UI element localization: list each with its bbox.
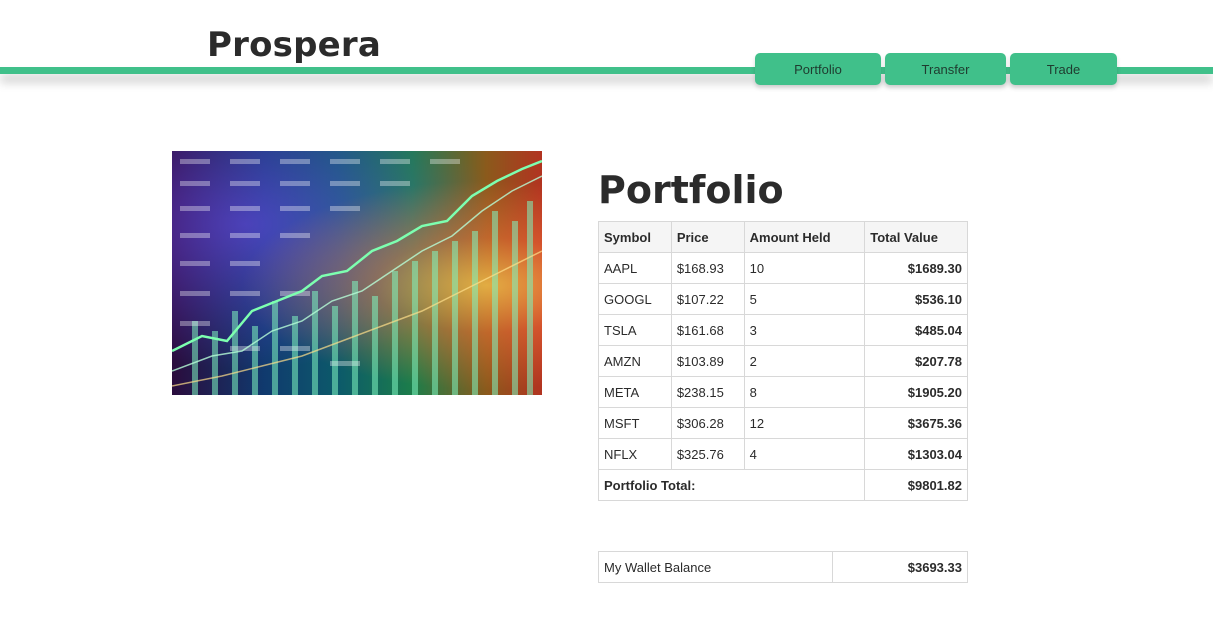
amount-cell: 4 — [743, 438, 866, 470]
table-row: AAPL $168.93 10 $1689.30 — [598, 252, 968, 284]
brand-logo[interactable]: Prospera — [207, 28, 381, 62]
column-header-total-value: Total Value — [864, 221, 968, 253]
stock-market-image — [172, 151, 542, 395]
price-cell: $103.89 — [670, 345, 745, 377]
column-header-symbol: Symbol — [598, 221, 672, 253]
table-header-row: Symbol Price Amount Held Total Value — [598, 221, 968, 253]
total-value-cell: $1303.04 — [864, 438, 968, 470]
symbol-cell: META — [598, 376, 672, 408]
table-row: GOOGL $107.22 5 $536.10 — [598, 283, 968, 315]
nav-portfolio-button[interactable]: Portfolio — [755, 53, 881, 85]
symbol-cell: AAPL — [598, 252, 672, 284]
amount-cell: 10 — [743, 252, 866, 284]
amount-cell: 8 — [743, 376, 866, 408]
table-row: META $238.15 8 $1905.20 — [598, 376, 968, 408]
symbol-cell: TSLA — [598, 314, 672, 346]
wallet-balance-table: My Wallet Balance $3693.33 — [598, 551, 968, 583]
column-header-price: Price — [670, 221, 745, 253]
wallet-balance-row: My Wallet Balance $3693.33 — [598, 551, 968, 583]
column-header-amount-held: Amount Held — [743, 221, 866, 253]
stock-chart-graphic — [172, 159, 542, 395]
main-nav: Portfolio Transfer Trade — [755, 53, 1117, 85]
nav-trade-button[interactable]: Trade — [1010, 53, 1117, 85]
amount-cell: 5 — [743, 283, 866, 315]
portfolio-table: Symbol Price Amount Held Total Value AAP… — [597, 221, 968, 501]
total-value-cell: $1689.30 — [864, 252, 968, 284]
portfolio-total-value: $9801.82 — [864, 469, 968, 501]
symbol-cell: AMZN — [598, 345, 672, 377]
amount-cell: 12 — [743, 407, 866, 439]
wallet-balance-value: $3693.33 — [832, 551, 968, 583]
amount-cell: 2 — [743, 345, 866, 377]
table-row: AMZN $103.89 2 $207.78 — [598, 345, 968, 377]
price-cell: $107.22 — [670, 283, 745, 315]
symbol-cell: GOOGL — [598, 283, 672, 315]
total-value-cell: $1905.20 — [864, 376, 968, 408]
amount-cell: 3 — [743, 314, 866, 346]
nav-transfer-button[interactable]: Transfer — [885, 53, 1006, 85]
table-row: TSLA $161.68 3 $485.04 — [598, 314, 968, 346]
symbol-cell: MSFT — [598, 407, 672, 439]
portfolio-total-label: Portfolio Total: — [597, 469, 866, 501]
wallet-balance-label: My Wallet Balance — [598, 551, 833, 583]
total-value-cell: $536.10 — [864, 283, 968, 315]
portfolio-title: Portfolio — [598, 168, 784, 212]
symbol-cell: NFLX — [598, 438, 672, 470]
price-cell: $168.93 — [670, 252, 745, 284]
total-value-cell: $485.04 — [864, 314, 968, 346]
table-row: NFLX $325.76 4 $1303.04 — [598, 438, 968, 470]
table-row: MSFT $306.28 12 $3675.36 — [598, 407, 968, 439]
price-cell: $161.68 — [670, 314, 745, 346]
total-value-cell: $207.78 — [864, 345, 968, 377]
price-cell: $238.15 — [670, 376, 745, 408]
header: Prospera Portfolio Transfer Trade — [0, 0, 1213, 110]
price-cell: $325.76 — [670, 438, 745, 470]
total-value-cell: $3675.36 — [864, 407, 968, 439]
portfolio-total-row: Portfolio Total: $9801.82 — [597, 469, 968, 501]
price-cell: $306.28 — [670, 407, 745, 439]
